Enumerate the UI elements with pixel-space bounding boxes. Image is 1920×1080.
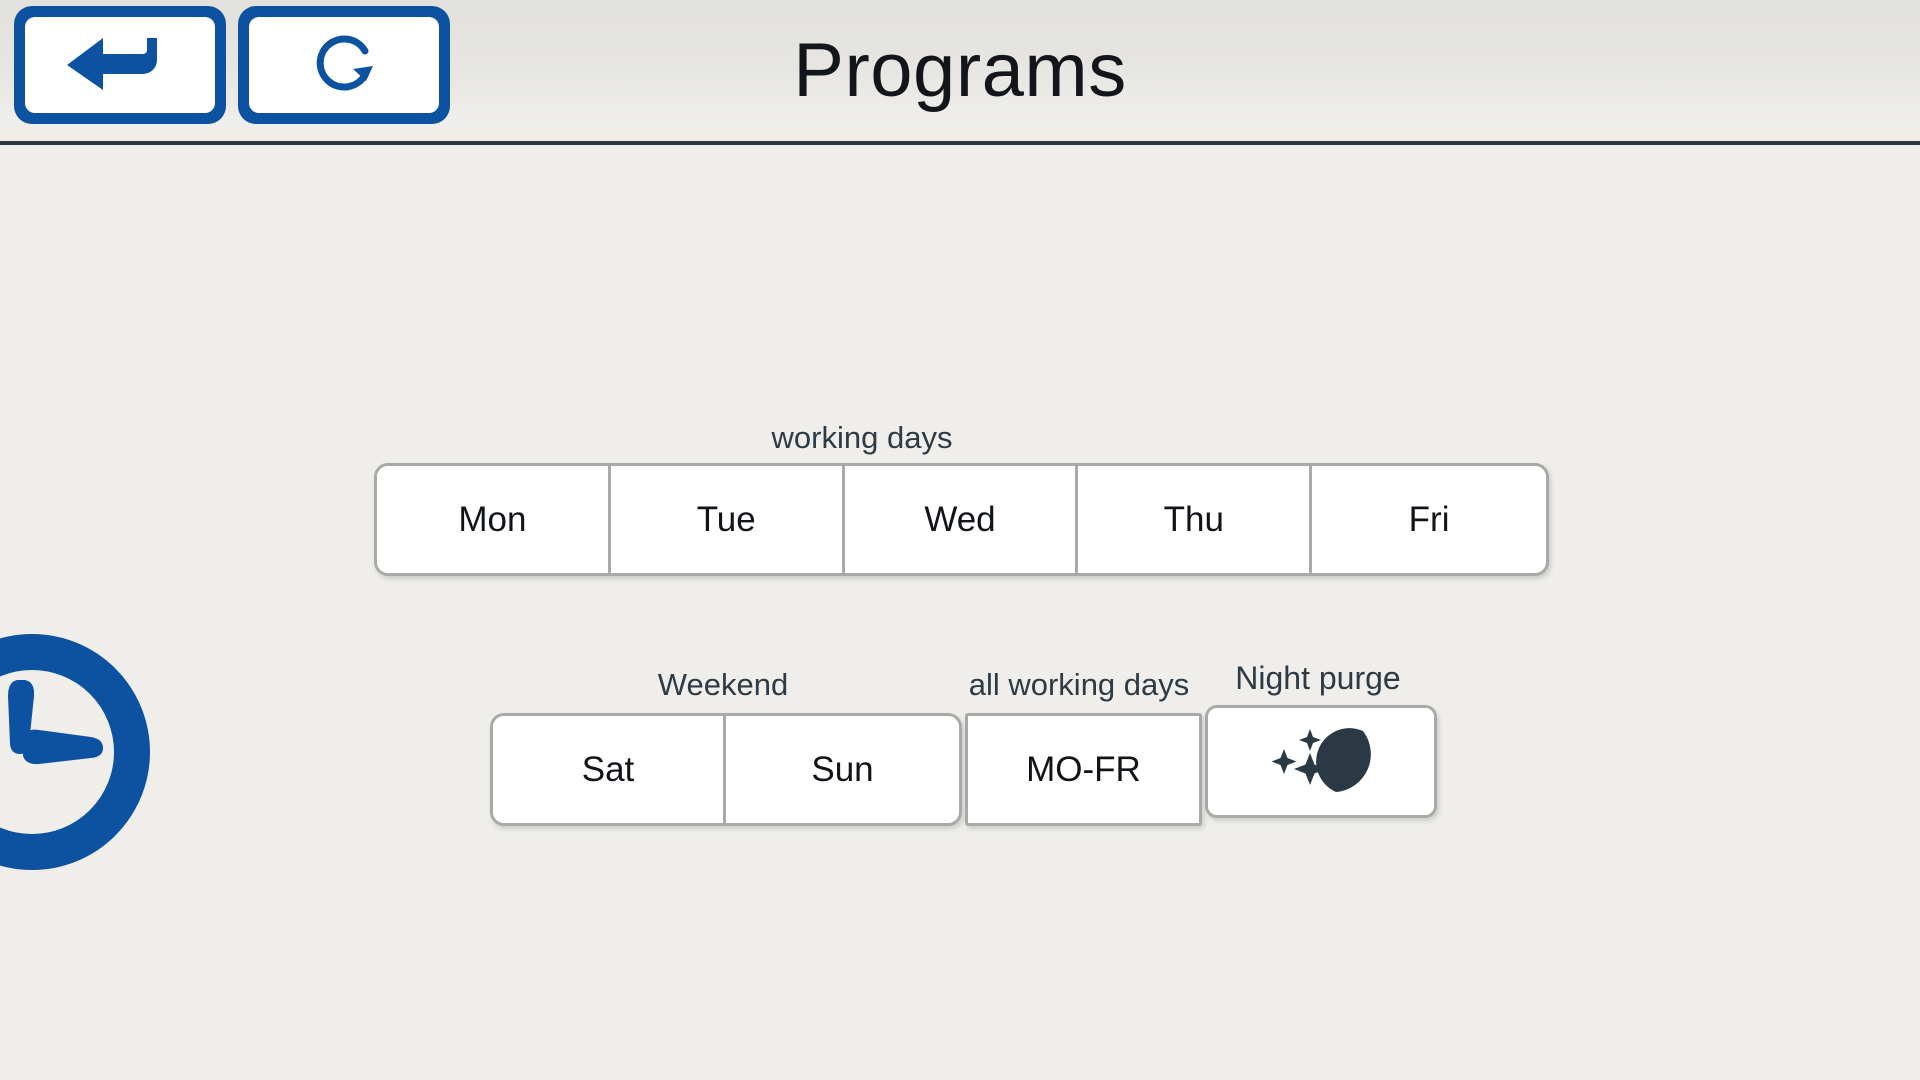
day-button-mo-fr[interactable]: MO-FR (968, 716, 1199, 823)
day-button-wed[interactable]: Wed (844, 466, 1079, 573)
all-working-days-button-group: MO-FR (965, 713, 1202, 826)
day-button-thu[interactable]: Thu (1078, 466, 1313, 573)
back-button[interactable] (14, 6, 226, 124)
header-nav-button-group (14, 6, 450, 124)
back-button-face (25, 17, 215, 113)
day-button-tue[interactable]: Tue (610, 466, 845, 573)
refresh-button[interactable] (238, 6, 450, 124)
section-label-weekend: Weekend (657, 667, 789, 702)
programs-screen: Programs working days Weekend all workin… (0, 0, 1920, 1080)
day-button-mon[interactable]: Mon (377, 466, 611, 573)
refresh-button-face (249, 17, 439, 113)
day-button-fri[interactable]: Fri (1312, 466, 1546, 573)
section-label-all-working-days: all working days (968, 667, 1190, 702)
day-button-sun[interactable]: Sun (726, 716, 959, 823)
weekend-button-group: Sat Sun (490, 713, 962, 826)
programs-content: working days Weekend all working days Ni… (0, 145, 1920, 1080)
day-button-sat[interactable]: Sat (493, 716, 727, 823)
refresh-icon (309, 31, 379, 99)
moon-stars-icon (1255, 723, 1387, 801)
clock-icon (0, 625, 160, 880)
night-purge-button-group (1205, 705, 1437, 818)
section-label-night-purge: Night purge (1235, 660, 1401, 696)
back-arrow-icon (61, 34, 179, 96)
working-days-button-group: Mon Tue Wed Thu Fri (374, 463, 1549, 576)
section-label-working-days: working days (771, 420, 953, 455)
night-purge-button[interactable] (1208, 708, 1434, 815)
app-header: Programs (0, 0, 1920, 148)
